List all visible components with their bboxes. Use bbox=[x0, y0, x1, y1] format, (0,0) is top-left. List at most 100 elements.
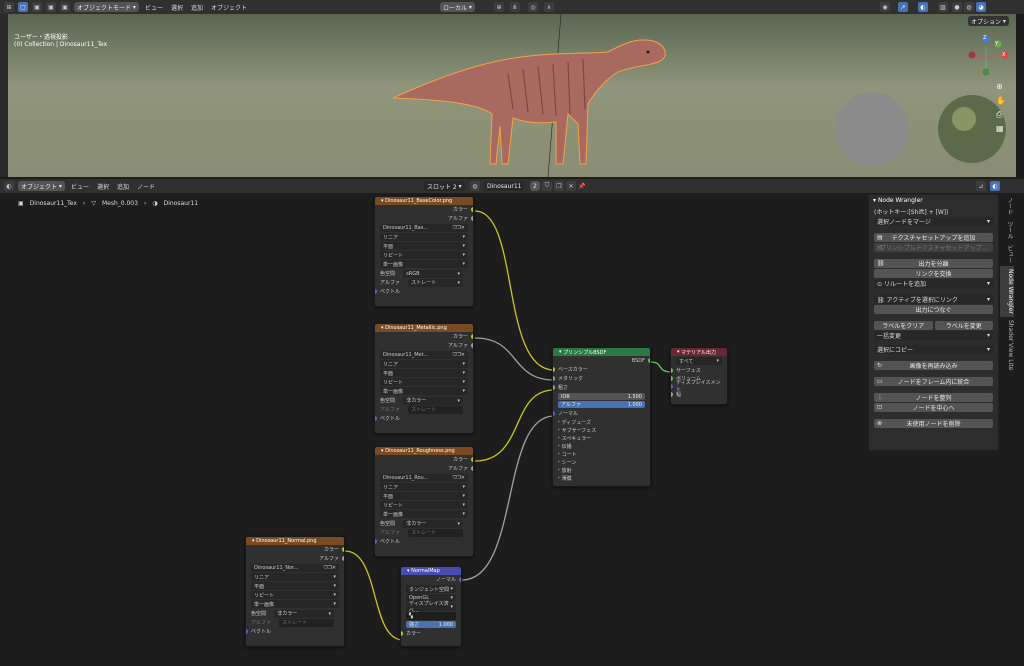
image-selector[interactable]: Dinosaur11_Bas... ⛉❐✕ bbox=[380, 224, 468, 232]
socket-displacement-in[interactable] bbox=[671, 383, 673, 389]
split-output-button[interactable]: ⛓ 出力を分離 bbox=[874, 259, 993, 268]
space-dropdown[interactable]: タンジェント空間 ▾ bbox=[406, 585, 456, 593]
socket-row-vector: ベクトル bbox=[246, 627, 344, 636]
section-thinfilm[interactable]: › 薄膜 bbox=[553, 474, 650, 482]
node-normal-map[interactable]: ▾ NormalMap ノーマル タンジェント空間 ▾ OpenGL ▾ ディスプレ… bbox=[400, 566, 462, 647]
center-icon: ⊡ bbox=[877, 404, 883, 411]
reload-icon: ↻ bbox=[877, 362, 883, 369]
image-selector[interactable]: Dinosaur11_Nor... ⛉❐✕ bbox=[251, 564, 339, 572]
link-active-dropdown[interactable]: ⛓ アクティブを選択にリンク ▾ bbox=[874, 295, 993, 304]
interp-dropdown[interactable]: リニア ▾ bbox=[380, 483, 468, 491]
source-dropdown[interactable]: 単一画像 ▾ bbox=[380, 260, 468, 268]
strength-field[interactable]: 強さ 1.000 bbox=[406, 621, 456, 628]
node-metallic[interactable]: ▾ Dinosaur11_Metallic.png カラー アルファ Dinos… bbox=[374, 323, 474, 434]
tab-view[interactable]: ビュー bbox=[1000, 242, 1014, 266]
socket-alpha-out[interactable] bbox=[471, 343, 473, 348]
socket-normal-in[interactable] bbox=[553, 411, 555, 416]
delete-unused-button[interactable]: ⊗ 未使用ノードを削除 bbox=[874, 419, 993, 428]
socket-alpha-out[interactable] bbox=[471, 466, 473, 471]
socket-bsdf-out[interactable] bbox=[648, 358, 650, 363]
node-normal-texture[interactable]: ▾ Dinosaur11_Normal.png カラー アルファ Dinosau… bbox=[245, 536, 345, 647]
swap-links-button[interactable]: リンクを交換 bbox=[874, 269, 993, 278]
node-principled-bsdf[interactable]: ▾ プリンシプルBSDF BSDF ベースカラー メタリック 粗さ IOR 1.5… bbox=[552, 347, 651, 487]
socket-color-in[interactable] bbox=[401, 630, 403, 636]
ext-dropdown[interactable]: リピート ▾ bbox=[380, 501, 468, 509]
section-emission[interactable]: › 放射 bbox=[553, 466, 650, 474]
socket-alpha-out[interactable] bbox=[471, 216, 473, 221]
change-label-button[interactable]: ラベルを変更 bbox=[934, 321, 993, 330]
socket-volume-in[interactable] bbox=[671, 375, 673, 381]
ext-dropdown[interactable]: リピート ▾ bbox=[380, 251, 468, 259]
sidebar-tabs: ノード ツール ビュー Node Wrangler Shader View Li… bbox=[1000, 194, 1014, 666]
section-coat[interactable]: › コート bbox=[553, 450, 650, 458]
socket-basecolor-in[interactable] bbox=[553, 367, 555, 372]
principled-setup-button[interactable]: ▤ プリンシプルテクスチャセットアップ... bbox=[874, 243, 993, 252]
add-reroute-dropdown[interactable]: ⊙ リルートを追加 ▾ bbox=[874, 279, 993, 288]
section-diffuse[interactable]: › ディフューズ bbox=[553, 418, 650, 426]
section-subsurface[interactable]: › サブサーフェス bbox=[553, 426, 650, 434]
tab-shader-view-lite[interactable]: Shader View Lite bbox=[1000, 317, 1014, 373]
socket-thickness-in[interactable] bbox=[671, 391, 673, 397]
clear-label-button[interactable]: ラベルをクリア bbox=[874, 321, 933, 330]
reload-images-button[interactable]: ↻ 画像を再読み込み bbox=[874, 361, 993, 370]
socket-vector-in[interactable] bbox=[375, 539, 377, 544]
alpha-mode-dropdown[interactable]: ストレート ▾ bbox=[408, 278, 463, 287]
center-nodes-button[interactable]: ⊡ ノードを中心へ bbox=[874, 403, 993, 412]
image-selector[interactable]: Dinosaur11_Rou... ⛉❐✕ bbox=[380, 474, 468, 482]
align-nodes-button[interactable]: ⋮ ノードを整列 bbox=[874, 393, 993, 402]
socket-color-out[interactable] bbox=[342, 547, 344, 552]
panel-header[interactable]: ▾ Node Wrangler bbox=[869, 195, 998, 206]
tab-tool[interactable]: ツール bbox=[1000, 218, 1014, 242]
texture-setup-button[interactable]: ▤ テクスチャセットアップを追加 bbox=[874, 233, 993, 242]
tab-node-wrangler[interactable]: Node Wrangler bbox=[1000, 266, 1014, 317]
socket-normal-out[interactable] bbox=[459, 577, 461, 582]
socket-vector-in[interactable] bbox=[375, 289, 377, 294]
socket-color-out[interactable] bbox=[471, 457, 473, 462]
ext-dropdown[interactable]: リピート ▾ bbox=[380, 378, 468, 386]
interp-dropdown[interactable]: リニア ▾ bbox=[251, 573, 339, 581]
node-title: ▾ プリンシプルBSDF bbox=[553, 348, 650, 356]
colorspace-dropdown[interactable]: sRGB ▾ bbox=[403, 269, 463, 278]
proj-dropdown[interactable]: 平面 ▾ bbox=[251, 582, 339, 590]
socket-surface-in[interactable] bbox=[671, 367, 673, 373]
source-dropdown[interactable]: 単一画像 ▾ bbox=[251, 600, 339, 608]
batch-change-dropdown[interactable]: 一括変更 ▾ bbox=[874, 331, 993, 340]
section-specular[interactable]: › スペキュラー bbox=[553, 434, 650, 442]
proj-dropdown[interactable]: 平面 ▾ bbox=[380, 492, 468, 500]
copy-to-selected-dropdown[interactable]: 選択にコピー ▾ bbox=[874, 345, 993, 354]
ext-dropdown[interactable]: リピート ▾ bbox=[251, 591, 339, 599]
node-basecolor[interactable]: ▾ Dinosaur11_BaseColor.png カラー アルファ Dino… bbox=[374, 196, 474, 307]
socket-vector-in[interactable] bbox=[246, 629, 248, 634]
target-dropdown[interactable]: すべて ▾ bbox=[676, 357, 722, 365]
section-sheen[interactable]: › シーン bbox=[553, 458, 650, 466]
colorspace-row: 色空間 非カラー ▾ bbox=[246, 609, 344, 618]
colorspace-dropdown[interactable]: 非カラー ▾ bbox=[403, 519, 463, 528]
image-selector[interactable]: Dinosaur11_Met... ⛉❐✕ bbox=[380, 351, 468, 359]
colorspace-dropdown[interactable]: 非カラー ▾ bbox=[274, 609, 334, 618]
alpha-field[interactable]: アルファ 1.000 bbox=[558, 401, 645, 408]
node-roughness[interactable]: ▾ Dinosaur11_Roughness.png カラー アルファ Dino… bbox=[374, 446, 474, 557]
disp-dropdown[interactable]: ディスプレイス済ベ... ▾ bbox=[406, 601, 456, 614]
ior-field[interactable]: IOR 1.500 bbox=[558, 393, 645, 400]
source-dropdown[interactable]: 単一画像 ▾ bbox=[380, 510, 468, 518]
frame-nodes-button[interactable]: ▭ ノードをフレーム内に統合 bbox=[874, 377, 993, 386]
proj-dropdown[interactable]: 平面 ▾ bbox=[380, 369, 468, 377]
merge-dropdown[interactable]: 選択ノードをマージ ▾ bbox=[874, 217, 993, 226]
socket-vector-in[interactable] bbox=[375, 416, 377, 421]
tab-node[interactable]: ノード bbox=[1000, 194, 1014, 218]
socket-roughness-in[interactable] bbox=[553, 385, 555, 390]
node-material-output[interactable]: ▾ マテリアル出力 すべて ▾ サーフェス ボリューム ディスプレイスメント 幅 bbox=[670, 347, 728, 405]
colorspace-dropdown[interactable]: 非カラー ▾ bbox=[403, 396, 463, 405]
interp-dropdown[interactable]: リニア ▾ bbox=[380, 233, 468, 241]
image-actions-icon: ⛉❐✕ bbox=[323, 565, 336, 571]
interp-dropdown[interactable]: リニア ▾ bbox=[380, 360, 468, 368]
chevron-down-icon: ▾ bbox=[381, 198, 384, 204]
proj-dropdown[interactable]: 平面 ▾ bbox=[380, 242, 468, 250]
socket-color-out[interactable] bbox=[471, 207, 473, 212]
source-dropdown[interactable]: 単一画像 ▾ bbox=[380, 387, 468, 395]
socket-color-out[interactable] bbox=[471, 334, 473, 339]
section-transmission[interactable]: › 伝播 bbox=[553, 442, 650, 450]
connect-output-button[interactable]: 出力につなぐ bbox=[874, 305, 993, 314]
socket-metallic-in[interactable] bbox=[553, 376, 555, 381]
socket-alpha-out[interactable] bbox=[342, 556, 344, 561]
